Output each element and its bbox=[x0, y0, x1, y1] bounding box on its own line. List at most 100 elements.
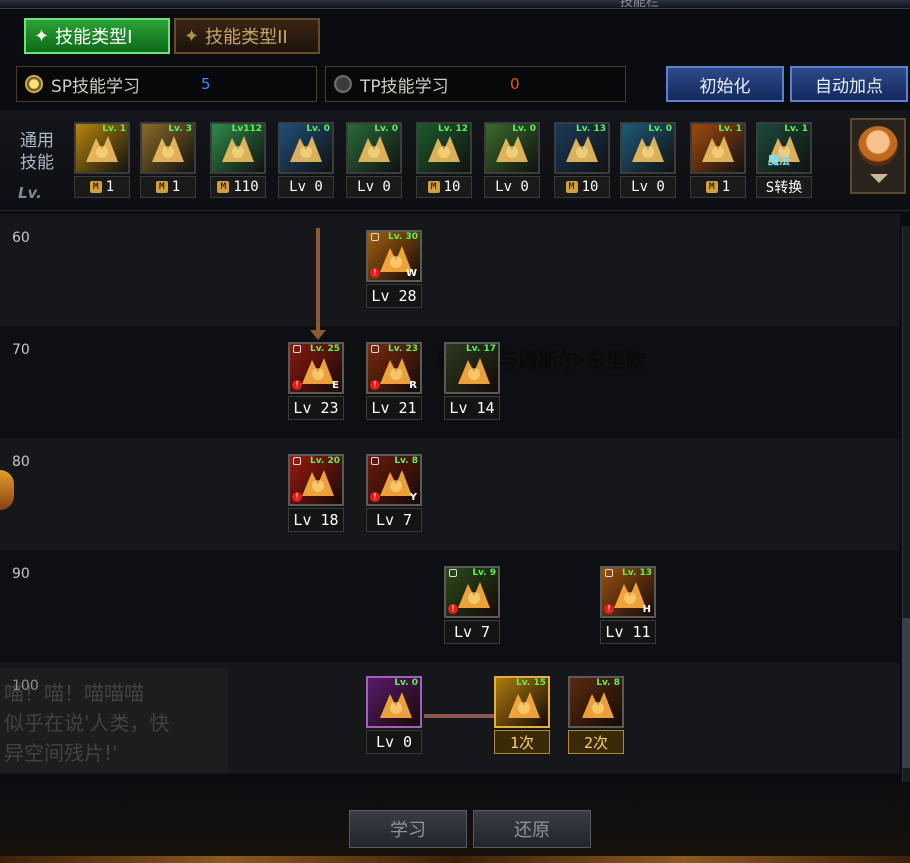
skill-level-tag: Lv. 0 bbox=[306, 124, 330, 134]
lock-icon bbox=[293, 345, 301, 353]
skill-icon[interactable]: Lv. 0 bbox=[366, 676, 422, 728]
lock-icon bbox=[371, 345, 379, 353]
skill-icon[interactable]: Lv. 13! H bbox=[600, 566, 656, 618]
common-label-line1: 通用 bbox=[20, 131, 54, 151]
wings-icon[interactable]: Lv. 0 bbox=[278, 122, 334, 174]
skill-level-value: Lv 0 bbox=[620, 176, 676, 198]
skill-icon[interactable]: Lv. 17 bbox=[444, 342, 500, 394]
target-icon[interactable]: Lv. 12 bbox=[416, 122, 472, 174]
tree-skill[interactable]: Lv. 8 2次 bbox=[568, 676, 624, 756]
common-skill[interactable]: Lv. 1 M1 bbox=[690, 122, 746, 198]
skill-level-value: Lv 7 bbox=[444, 620, 500, 644]
common-skill[interactable]: Lv. 1 魔法 S转换 bbox=[756, 122, 812, 198]
skill-level-tag: Lv. 0 bbox=[512, 124, 536, 134]
common-skill[interactable]: Lv. 0 Lv 0 bbox=[346, 122, 402, 198]
radio-selected-icon[interactable] bbox=[25, 75, 43, 93]
window-top-strip bbox=[0, 0, 910, 9]
skill-level-value: Lv 23 bbox=[288, 396, 344, 420]
level-label: 80 bbox=[12, 454, 30, 470]
level-label: 90 bbox=[12, 566, 30, 582]
scrollbar-thumb[interactable] bbox=[902, 618, 910, 768]
common-skill[interactable]: Lv. 1 M1 bbox=[74, 122, 130, 198]
skill-level-value: M1 bbox=[140, 176, 196, 198]
tree-skill[interactable]: Lv. 17 Lv 14 bbox=[444, 342, 500, 422]
mastery-icon: M bbox=[217, 181, 230, 193]
common-skill[interactable]: Lv. 3 M1 bbox=[140, 122, 196, 198]
star-icon: ✦ bbox=[184, 25, 200, 47]
skill-level-value: M1 bbox=[74, 176, 130, 198]
tree-skill[interactable]: Lv. 25! E Lv 23 bbox=[288, 342, 344, 422]
tree-skill[interactable]: Lv. 30! W Lv 28 bbox=[366, 230, 422, 310]
eye-shield-icon[interactable]: Lv. 13 bbox=[554, 122, 610, 174]
skill-level-value: M1 bbox=[690, 176, 746, 198]
skill-icon[interactable]: Lv. 8 bbox=[568, 676, 624, 728]
link-line bbox=[424, 714, 494, 718]
common-skill[interactable]: Lv112 M 110 bbox=[210, 122, 266, 198]
skill-level-value: Lv 11 bbox=[600, 620, 656, 644]
skill-level-value: Lv 18 bbox=[288, 508, 344, 532]
skill-level-tag: Lv. 20 bbox=[310, 456, 340, 466]
common-skill[interactable]: Lv. 0 Lv 0 bbox=[484, 122, 540, 198]
lock-icon bbox=[293, 457, 301, 465]
tp-learning-option[interactable]: TP技能学习 0 bbox=[325, 66, 626, 102]
skill-icon[interactable]: Lv. 30! W bbox=[366, 230, 422, 282]
kick-icon[interactable]: Lv. 1 bbox=[74, 122, 130, 174]
revert-button[interactable]: 还原 bbox=[473, 810, 591, 848]
tab-skill-type-2[interactable]: ✦ 技能类型II bbox=[174, 18, 320, 54]
skill-level-tag: Lv. 1 bbox=[784, 124, 808, 134]
warning-icon: ! bbox=[370, 268, 380, 278]
mastery-icon: M bbox=[427, 181, 440, 193]
auto-assign-button[interactable]: 自动加点 bbox=[790, 66, 908, 102]
tree-skill[interactable]: Lv. 15 1次 bbox=[494, 676, 550, 756]
tab-skill-type-1[interactable]: ✦ 技能类型I bbox=[24, 18, 170, 54]
lv-label: Lv. bbox=[18, 184, 42, 202]
skill-level-tag: Lv. 17 bbox=[466, 344, 496, 354]
tree-skill[interactable]: Lv. 0 Lv 0 bbox=[366, 676, 422, 756]
tab-label: 技能类型II bbox=[205, 27, 288, 48]
skill-icon[interactable]: Lv. 23! R bbox=[366, 342, 422, 394]
skill-level-tag: Lv. 0 bbox=[648, 124, 672, 134]
skill-icon[interactable]: Lv. 9! bbox=[444, 566, 500, 618]
hotkey-letter: H bbox=[642, 604, 651, 615]
tp-label: TP技能学习 bbox=[360, 76, 449, 97]
tree-skill[interactable]: Lv. 23! R Lv 21 bbox=[366, 342, 422, 422]
hotkey-letter: E bbox=[332, 380, 339, 391]
tree-skill[interactable]: Lv. 9! Lv 7 bbox=[444, 566, 500, 646]
dash-icon[interactable]: Lv112 bbox=[210, 122, 266, 174]
burst-icon[interactable]: Lv. 1 bbox=[690, 122, 746, 174]
character-avatar-dropdown[interactable] bbox=[850, 118, 906, 194]
warning-icon: ! bbox=[448, 604, 458, 614]
tumble-icon[interactable]: Lv. 0 bbox=[484, 122, 540, 174]
hotkey-letter: W bbox=[405, 268, 417, 279]
skill-level-value: Lv 0 bbox=[484, 176, 540, 198]
skill-level-value: Lv 21 bbox=[366, 396, 422, 420]
tree-skill[interactable]: Lv. 20! Lv 18 bbox=[288, 454, 344, 534]
sp-learning-option[interactable]: SP技能学习 5 bbox=[16, 66, 317, 102]
gold-border bbox=[0, 856, 910, 863]
skill-level-tag: Lv. 13 bbox=[622, 568, 652, 578]
initialize-button[interactable]: 初始化 bbox=[666, 66, 784, 102]
tree-skill[interactable]: Lv. 13! H Lv 11 bbox=[600, 566, 656, 646]
skill-level-value: Lv 0 bbox=[278, 176, 334, 198]
skill-icon[interactable]: Lv. 25! E bbox=[288, 342, 344, 394]
body-icon[interactable]: Lv. 0 bbox=[620, 122, 676, 174]
star-icon: ✦ bbox=[34, 25, 50, 47]
skill-icon[interactable]: Lv. 15 bbox=[494, 676, 550, 728]
skill-level-tag: Lv. 0 bbox=[394, 678, 418, 688]
skill-level-tag: Lv. 1 bbox=[102, 124, 126, 134]
common-skill[interactable]: Lv. 13 M 10 bbox=[554, 122, 610, 198]
tree-skill[interactable]: Lv. 8! Y Lv 7 bbox=[366, 454, 422, 534]
leap-icon[interactable]: Lv. 0 bbox=[346, 122, 402, 174]
common-skill[interactable]: Lv. 0 Lv 0 bbox=[278, 122, 334, 198]
skill-icon[interactable]: Lv. 8! Y bbox=[366, 454, 422, 506]
learn-button[interactable]: 学习 bbox=[349, 810, 467, 848]
common-skill[interactable]: Lv. 0 Lv 0 bbox=[620, 122, 676, 198]
skill-level-value: Lv 0 bbox=[346, 176, 402, 198]
crouch-icon[interactable]: Lv. 3 bbox=[140, 122, 196, 174]
radio-unselected-icon[interactable] bbox=[334, 75, 352, 93]
tab-label: 技能类型I bbox=[55, 27, 133, 48]
magic-swap-icon[interactable]: Lv. 1 魔法 bbox=[756, 122, 812, 174]
skill-icon[interactable]: Lv. 20! bbox=[288, 454, 344, 506]
hotkey-letter: R bbox=[409, 380, 417, 391]
common-skill[interactable]: Lv. 12 M 10 bbox=[416, 122, 472, 198]
